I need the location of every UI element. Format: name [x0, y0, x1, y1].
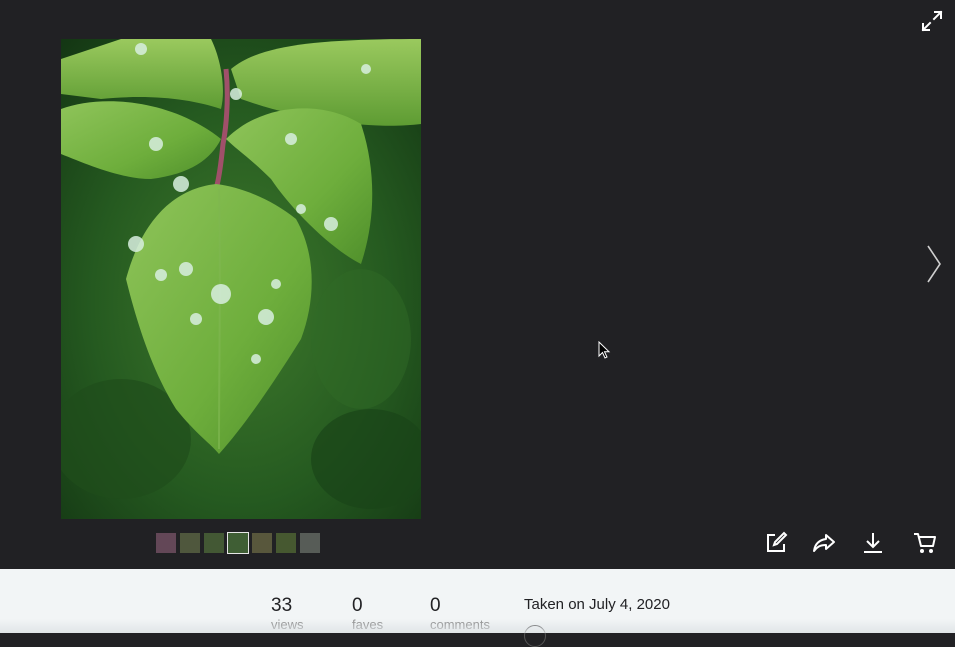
- faves-stat: 0 faves: [352, 595, 383, 633]
- share-icon[interactable]: [811, 530, 837, 556]
- thumbnail[interactable]: [300, 533, 320, 553]
- faves-label: faves: [352, 617, 384, 632]
- photo-image: [61, 39, 421, 519]
- chevron-right-icon[interactable]: [922, 242, 946, 286]
- thumbnail[interactable]: [204, 533, 224, 553]
- views-count: 33: [271, 595, 293, 616]
- views-stat: 33 views: [271, 595, 304, 633]
- thumbnail[interactable]: [276, 533, 296, 553]
- photo-viewer: [0, 0, 955, 569]
- taken-date: Taken on July 4, 2020: [524, 596, 670, 613]
- cart-icon[interactable]: [912, 530, 938, 556]
- thumbnail[interactable]: [252, 533, 272, 553]
- comments-label: comments: [430, 617, 490, 632]
- main-photo[interactable]: [61, 39, 421, 519]
- mouse-pointer-icon: [598, 340, 612, 361]
- views-label: views: [271, 617, 304, 632]
- thumbnail-strip: [156, 532, 320, 554]
- comments-count: 0: [430, 595, 441, 616]
- photo-info-bar: 33 views 0 faves 0 comments Taken on Jul…: [0, 569, 955, 647]
- thumbnail[interactable]: [180, 533, 200, 553]
- edit-icon[interactable]: [763, 530, 789, 556]
- info-icon[interactable]: [524, 625, 546, 647]
- thumbnail-active[interactable]: [227, 532, 249, 554]
- faves-count: 0: [352, 595, 363, 616]
- comments-stat: 0 comments: [430, 595, 490, 633]
- download-icon[interactable]: [860, 530, 886, 556]
- expand-icon[interactable]: [919, 8, 945, 34]
- thumbnail[interactable]: [156, 533, 176, 553]
